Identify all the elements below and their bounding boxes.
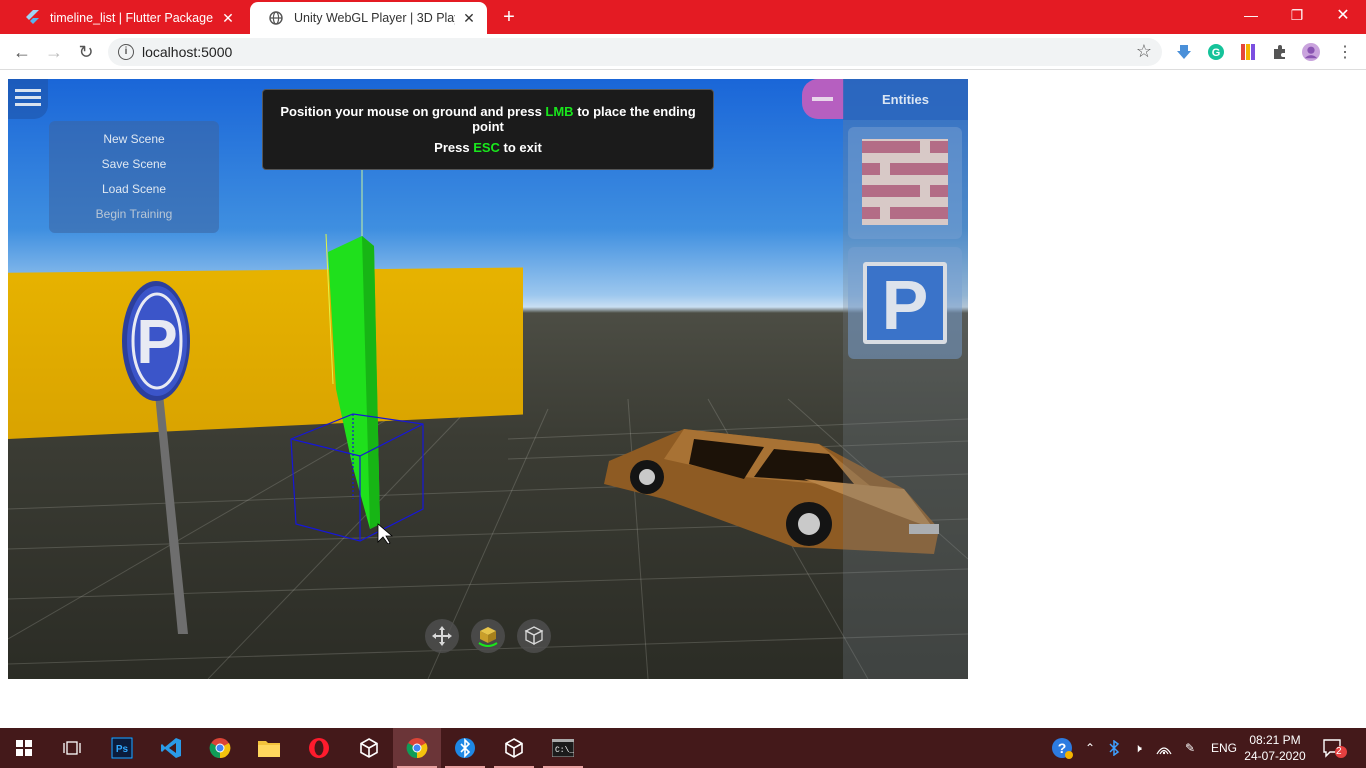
browser-toolbar: ← → ↻ i localhost:5000 ☆ G ⋮ — [0, 34, 1366, 70]
notification-center-icon[interactable]: 2 — [1320, 728, 1350, 768]
show-hidden-icons-chevron[interactable]: ⌃ — [1082, 728, 1098, 768]
unity-canvas[interactable]: P New Scene Save Scene Load Scene Begin … — [8, 79, 968, 679]
svg-text:G: G — [1212, 47, 1221, 59]
esc-key-label: ESC — [473, 140, 500, 155]
reload-button[interactable]: ↻ — [74, 40, 98, 64]
entity-parking-sign[interactable]: P — [848, 247, 962, 359]
parking-entity-letter: P — [882, 266, 929, 344]
unity-editor-icon[interactable] — [490, 728, 538, 768]
profile-avatar[interactable] — [1302, 43, 1320, 61]
vscode-icon[interactable] — [147, 728, 195, 768]
help-icon[interactable]: ? — [1048, 728, 1076, 768]
file-explorer-icon[interactable] — [245, 728, 293, 768]
lmb-key-label: LMB — [545, 104, 574, 119]
hamburger-menu-icon[interactable] — [8, 79, 48, 119]
clock[interactable]: 08:21 PM 24-07-2020 — [1240, 732, 1310, 764]
entity-brick-wall[interactable] — [848, 127, 962, 239]
grammarly-icon[interactable]: G — [1207, 43, 1225, 61]
chrome-icon[interactable] — [196, 728, 244, 768]
tab-flutter-package[interactable]: timeline_list | Flutter Package ✕ — [6, 2, 246, 34]
close-tab-icon[interactable]: ✕ — [461, 10, 477, 27]
bookmark-star-icon[interactable]: ☆ — [1136, 41, 1152, 62]
tab-unity-webgl[interactable]: Unity WebGL Player | 3D Playground ✕ — [250, 2, 487, 34]
tab-title: timeline_list | Flutter Package — [50, 11, 214, 25]
save-scene-button[interactable]: Save Scene — [49, 152, 219, 177]
placement-hint-box: Position your mouse on ground and press … — [262, 89, 714, 170]
download-extension-icon[interactable] — [1175, 43, 1193, 61]
back-button[interactable]: ← — [10, 40, 34, 64]
new-scene-button[interactable]: New Scene — [49, 127, 219, 152]
globe-icon — [268, 10, 284, 26]
bluetooth-tray-icon[interactable] — [1106, 728, 1122, 768]
parking-sign[interactable]: P — [116, 279, 196, 639]
volume-icon[interactable]: 🕨 — [1128, 728, 1148, 768]
brick-wall-icon — [862, 139, 948, 225]
unity-hub-icon[interactable] — [345, 728, 393, 768]
extensions-puzzle-icon[interactable] — [1271, 43, 1289, 61]
notification-count: 2 — [1336, 746, 1342, 757]
chrome-active-icon[interactable] — [393, 728, 441, 768]
start-windows-icon[interactable] — [0, 728, 48, 768]
entities-title: Entities — [843, 79, 968, 120]
svg-text:C:\_: C:\_ — [555, 746, 574, 755]
windows-taskbar: Ps C:\_ ? ⌃ 🕨 ✎ ENG 08:21 PM 24-07-2020 — [0, 728, 1366, 768]
address-bar[interactable]: i localhost:5000 ☆ — [108, 38, 1162, 66]
scale-tool-icon[interactable] — [517, 619, 551, 653]
rotate-tool-icon[interactable] — [471, 619, 505, 653]
color-extension-icon[interactable] — [1239, 43, 1257, 61]
restore-button[interactable]: ❐ — [1274, 0, 1320, 30]
close-tab-icon[interactable]: ✕ — [220, 10, 236, 27]
svg-text:Ps: Ps — [116, 744, 129, 755]
mouse-cursor-icon — [377, 523, 394, 544]
url-text: localhost:5000 — [142, 44, 233, 60]
wifi-icon[interactable] — [1154, 728, 1174, 768]
load-scene-button[interactable]: Load Scene — [49, 177, 219, 202]
hint-line-1: Position your mouse on ground and press … — [280, 104, 696, 134]
parking-sign-letter: P — [136, 308, 177, 377]
tab-strip: timeline_list | Flutter Package ✕ Unity … — [0, 0, 1366, 34]
info-icon[interactable]: i — [118, 44, 134, 60]
task-view-icon[interactable] — [48, 728, 96, 768]
collapse-panel-button[interactable] — [802, 79, 844, 119]
bluetooth-app-icon[interactable] — [441, 728, 489, 768]
pen-icon[interactable]: ✎ — [1180, 728, 1200, 768]
hint-line-2: Press ESC to exit — [434, 140, 542, 155]
clock-time: 08:21 PM — [1249, 733, 1301, 747]
clock-date: 24-07-2020 — [1244, 749, 1306, 763]
scene-menu: New Scene Save Scene Load Scene Begin Tr… — [49, 121, 219, 233]
svg-text:?: ? — [1058, 740, 1067, 756]
minimize-button[interactable]: — — [1228, 0, 1274, 30]
menu-dots-icon[interactable]: ⋮ — [1336, 43, 1354, 61]
new-tab-button[interactable]: + — [498, 6, 520, 28]
forward-button[interactable]: → — [42, 40, 66, 64]
parking-entity-icon: P — [863, 262, 947, 344]
begin-training-button[interactable]: Begin Training — [49, 202, 219, 227]
close-window-button[interactable]: ✕ — [1320, 0, 1366, 30]
tab-title: Unity WebGL Player | 3D Playground — [294, 11, 455, 25]
entities-panel: Entities P — [843, 79, 968, 679]
flutter-icon — [24, 10, 40, 26]
command-prompt-icon[interactable]: C:\_ — [539, 728, 587, 768]
photoshop-icon[interactable]: Ps — [98, 728, 146, 768]
opera-icon[interactable] — [295, 728, 343, 768]
language-indicator[interactable]: ENG — [1208, 728, 1240, 768]
move-tool-icon[interactable] — [425, 619, 459, 653]
placement-block[interactable] — [278, 164, 448, 544]
